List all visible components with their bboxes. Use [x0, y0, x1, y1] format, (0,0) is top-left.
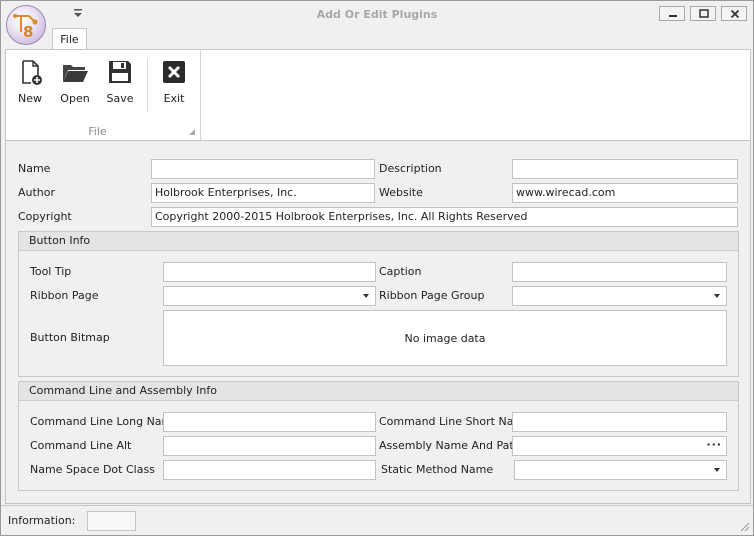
website-label: Website	[379, 186, 423, 199]
window-title: Add Or Edit Plugins	[316, 8, 438, 21]
name-field[interactable]	[151, 159, 375, 179]
new-document-icon	[22, 60, 42, 85]
new-button-label: New	[18, 92, 42, 105]
form-area: Name Description Author Holbrook Enterpr…	[5, 141, 751, 504]
short-name-label: Command Line Short Name	[379, 415, 531, 428]
static-method-label: Static Method Name	[381, 463, 494, 476]
description-field[interactable]	[512, 159, 738, 179]
svg-text:8: 8	[23, 23, 33, 41]
browse-ellipsis-button[interactable]: ···	[706, 437, 722, 453]
save-button[interactable]: Save	[101, 54, 139, 110]
namespace-field[interactable]	[163, 460, 376, 480]
close-button[interactable]	[721, 6, 747, 21]
chevron-down-icon[interactable]	[714, 468, 720, 472]
button-bitmap-label: Button Bitmap	[30, 331, 110, 344]
open-folder-icon	[63, 65, 88, 82]
name-label: Name	[18, 162, 51, 175]
minimize-button[interactable]	[659, 6, 685, 21]
assembly-path-field[interactable]: ···	[512, 436, 727, 456]
app-logo-button[interactable]: 8	[6, 5, 46, 45]
copyright-label: Copyright	[18, 210, 72, 223]
author-field[interactable]: Holbrook Enterprises, Inc.	[151, 183, 375, 203]
plugin-editor-window: Add Or Edit Plugins 8 File New Open Save…	[0, 0, 754, 536]
group-launcher-icon[interactable]	[189, 129, 195, 135]
tab-file[interactable]: File	[52, 28, 87, 50]
long-name-label: Command Line Long Name	[30, 415, 180, 428]
short-name-field[interactable]	[512, 412, 727, 432]
tooltip-field[interactable]	[163, 262, 376, 282]
caption-label: Caption	[379, 265, 422, 278]
tooltip-label: Tool Tip	[30, 265, 72, 278]
command-info-group: Command Line and Assembly Info Command L…	[18, 381, 739, 491]
information-value	[87, 511, 136, 531]
ribbon-group-file: New Open Save Exit File	[6, 50, 201, 140]
exit-button-label: Exit	[163, 92, 185, 105]
website-field[interactable]: www.wirecad.com	[512, 183, 738, 203]
namespace-label: Name Space Dot Class	[30, 463, 155, 476]
button-info-header: Button Info	[19, 232, 738, 251]
close-icon	[730, 9, 740, 19]
ribbon-group-label: File	[88, 125, 107, 138]
description-label: Description	[379, 162, 442, 175]
exit-x-icon	[163, 61, 185, 83]
open-button-label: Open	[60, 92, 90, 105]
ribbon-page-group-label: Ribbon Page Group	[379, 289, 485, 302]
new-button[interactable]: New	[10, 54, 50, 110]
quick-access-dropdown-icon[interactable]	[71, 7, 85, 19]
button-bitmap-picture[interactable]: No image data	[163, 310, 727, 366]
ribbon-panel: New Open Save Exit File	[5, 49, 751, 141]
app-logo-icon: 8	[13, 14, 38, 41]
maximize-icon	[699, 9, 709, 18]
chevron-down-icon[interactable]	[714, 294, 720, 298]
copyright-field[interactable]: Copyright 2000-2015 Holbrook Enterprises…	[151, 207, 738, 227]
long-name-field[interactable]	[163, 412, 376, 432]
static-method-combo[interactable]	[514, 460, 727, 480]
command-info-header: Command Line and Assembly Info	[19, 382, 738, 401]
exit-button[interactable]: Exit	[154, 54, 194, 110]
button-info-group: Button Info Tool Tip Caption Ribbon Page…	[18, 231, 739, 377]
caption-field[interactable]	[512, 262, 727, 282]
title-bar: Add Or Edit Plugins	[1, 1, 753, 29]
minimize-icon	[669, 15, 677, 17]
ribbon-page-group-combo[interactable]	[512, 286, 727, 306]
ribbon-page-label: Ribbon Page	[30, 289, 99, 302]
information-label: Information:	[8, 514, 76, 527]
save-floppy-icon	[109, 61, 131, 83]
alt-label: Command Line Alt	[30, 439, 132, 452]
no-image-text: No image data	[404, 332, 486, 345]
author-label: Author	[18, 186, 56, 199]
resize-grip-icon[interactable]	[740, 522, 750, 532]
ribbon-separator	[147, 58, 148, 112]
chevron-down-icon[interactable]	[363, 294, 369, 298]
assembly-label: Assembly Name And Path	[379, 439, 521, 452]
maximize-button[interactable]	[690, 6, 716, 21]
ribbon-page-combo[interactable]	[163, 286, 376, 306]
save-button-label: Save	[106, 92, 134, 105]
status-bar: Information:	[1, 505, 753, 535]
alt-field[interactable]	[163, 436, 376, 456]
open-button[interactable]: Open	[56, 54, 94, 110]
